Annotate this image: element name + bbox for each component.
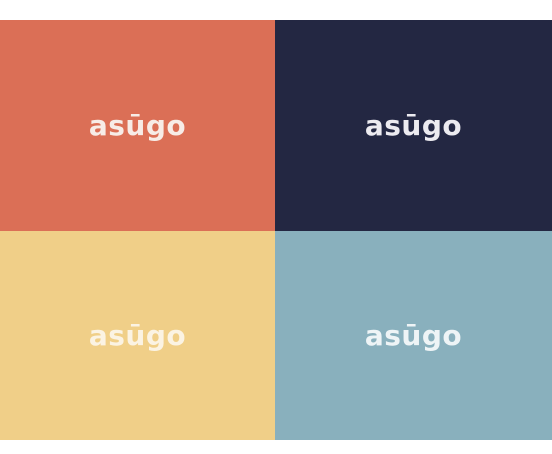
- brand-color-grid: asūgo asūgo asūgo asūgo: [0, 20, 552, 440]
- tile-coral: asūgo: [0, 20, 275, 231]
- tile-mustard: asūgo: [0, 231, 275, 440]
- tile-navy: asūgo: [275, 20, 552, 231]
- tile-teal: asūgo: [275, 231, 552, 440]
- brand-wordmark: asūgo: [88, 108, 187, 142]
- brand-wordmark: asūgo: [364, 318, 463, 352]
- palette-showcase: asūgo asūgo asūgo asūgo: [0, 0, 552, 454]
- brand-wordmark: asūgo: [88, 318, 187, 352]
- brand-wordmark: asūgo: [364, 108, 463, 142]
